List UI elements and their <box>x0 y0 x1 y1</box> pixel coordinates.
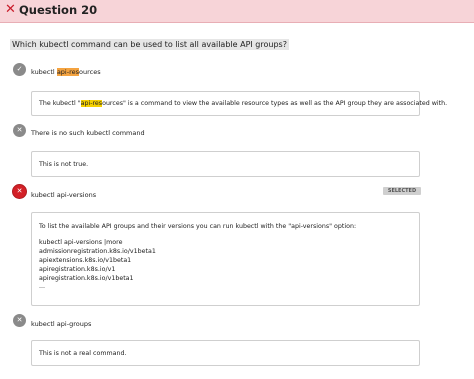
close-x-icon: ✕ <box>5 2 16 17</box>
option-1-label-pre: kubectl <box>31 68 57 76</box>
option-3-label[interactable]: kubectl api-versions <box>31 191 96 199</box>
option-1-label-highlight: api-res <box>56 68 79 76</box>
explanation-1-pre: The kubectl " <box>39 100 81 107</box>
explanation-3-line-5: apiregistration.k8s.io/v1 <box>39 266 116 273</box>
x-icon: ✕ <box>13 124 26 137</box>
explanation-3-line-2: kubectl api-versions |more <box>39 239 123 246</box>
question-text: Which kubectl command can be used to lis… <box>10 39 289 50</box>
question-title: Question 20 <box>19 3 98 17</box>
selected-badge: SELECTED <box>383 187 421 195</box>
explanation-3-line-7: ... <box>39 283 46 290</box>
x-icon: ✕ <box>12 184 27 199</box>
question-header: ✕ Question 20 <box>0 0 474 23</box>
option-3-explanation: To list the available API groups and the… <box>31 212 420 306</box>
x-icon: ✕ <box>13 314 26 327</box>
explanation-3-line-3: admissionregistration.k8s.io/v1beta1 <box>39 248 156 255</box>
option-4-label[interactable]: kubectl api-groups <box>31 320 91 328</box>
option-1-explanation: The kubectl "api-resources" is a command… <box>31 91 447 116</box>
explanation-1-post: ources" is a command to view the availab… <box>102 100 448 107</box>
option-2-label[interactable]: There is no such kubectl command <box>31 129 145 137</box>
explanation-3-line-1: To list the available API groups and the… <box>39 223 357 230</box>
option-1-label-post: ources <box>79 68 101 76</box>
explanation-4-text: This is not a real command. <box>39 350 127 357</box>
option-2-explanation: This is not true. <box>31 151 420 177</box>
explanation-1-highlight: api-res <box>80 100 103 107</box>
option-4-explanation: This is not a real command. <box>31 340 420 366</box>
option-1-label[interactable]: kubectl api-resources <box>31 68 101 76</box>
check-icon: ✓ <box>13 63 26 76</box>
explanation-2-text: This is not true. <box>39 161 89 168</box>
explanation-3-line-6: apiregistration.k8s.io/v1beta1 <box>39 275 134 282</box>
explanation-3-line-4: apiextensions.k8s.io/v1beta1 <box>39 257 132 264</box>
